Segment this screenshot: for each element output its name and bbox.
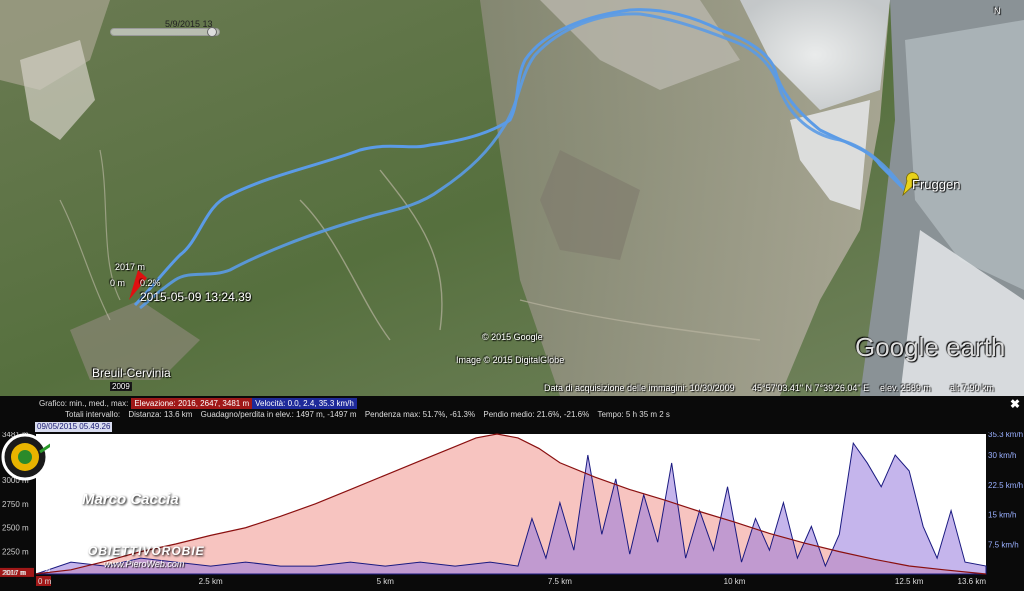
graph-label: Grafico: min., med., max: [39, 399, 129, 408]
slope-marker: 0 % [38, 567, 50, 574]
y-left-tick: 2500 m [2, 524, 29, 533]
x-tick: 5 km [377, 577, 395, 586]
speed-stat[interactable]: Velocità: 0.0, 2.4, 35.3 km/h [252, 398, 357, 409]
close-icon[interactable]: ✖ [1010, 397, 1020, 411]
totals-label: Totali intervallo: [65, 410, 121, 419]
cursor-elevation: elev. 2589 m [880, 383, 931, 393]
destination-label[interactable]: Fruggen [912, 177, 960, 192]
x-tick: 12.5 km [895, 577, 924, 586]
y-right-tick: 35.3 km/h [988, 432, 1023, 439]
time-slider[interactable] [110, 28, 220, 36]
elevation-profile-panel[interactable]: Grafico: min., med., max: Elevazione: 201… [0, 396, 1024, 591]
zero-marker: 0 m [110, 278, 126, 288]
y-left-tick: 2750 m [2, 500, 29, 509]
stats-row-graph: Grafico: min., med., max: Elevazione: 201… [36, 398, 357, 409]
elevation-stat[interactable]: Elevazione: 2016, 2647, 3481 m [131, 398, 253, 409]
elevation-marker: 2017 m [115, 262, 146, 272]
town-label[interactable]: Breuil-Cervinia [92, 366, 171, 380]
site-watermark: OBIETTIVOROBIE [88, 544, 205, 558]
y-left-tick: 2016 m [2, 570, 26, 577]
cursor-date: 09/05/2015 05.49.26 [35, 422, 113, 432]
acquisition-date: Data di acquisizione delle immagini: 10/… [544, 383, 735, 393]
track-timestamp: 2015-05-09 13:24.39 [140, 290, 252, 304]
google-earth-logo: Google earth [855, 332, 1006, 362]
eye-altitude: alt 7.90 km [950, 383, 995, 393]
x-tick: 10 km [724, 577, 746, 586]
y-right-tick: 30 km/h [988, 451, 1016, 460]
y-right-tick: 7.5 km/h [988, 540, 1019, 549]
slider-date: 5/9/2015 13 [165, 19, 213, 29]
max-slope-stat: Pendenza max: 51.7%, -61.3% [364, 410, 476, 419]
obiettivo-orobie-logo-icon [1, 433, 50, 481]
copyright-google: © 2015 Google [482, 332, 543, 342]
town-pin-label: 2009 [110, 382, 132, 391]
url-watermark: www.PieroWeb.com [104, 559, 185, 569]
gain-loss-stat: Guadagno/perdita in elev.: 1497 m, -1497… [200, 410, 357, 419]
cursor-coordinates: 45°57'03.41" N 7°39'26.04" E [752, 383, 870, 393]
x-tick: 7.5 km [548, 577, 572, 586]
y-left-tick: 2250 m [2, 548, 29, 557]
distance-stat: Distanza: 13.6 km [128, 410, 193, 419]
track-descent [139, 12, 907, 310]
copyright-imagery: Image © 2015 DigitalGlobe [456, 355, 565, 365]
avg-slope-stat: Pendio medio: 21.6%, -21.6% [483, 410, 590, 419]
author-watermark: Marco Caccia [82, 491, 179, 508]
y-right-tick: 15 km/h [988, 511, 1016, 520]
time-stat: Tempo: 5 h 35 m 2 s [597, 410, 670, 419]
stats-row-totals: Totali intervallo: Distanza: 13.6 km Gua… [62, 409, 673, 420]
satellite-map[interactable]: 5/9/2015 13 N 2017 m 0 m 0.2% 2015-05-09… [0, 0, 1024, 396]
x-tick: 0 m [38, 577, 52, 586]
x-tick: 2.5 km [199, 577, 223, 586]
x-tick: 13.6 km [958, 577, 987, 586]
grade-marker: 0.2% [140, 278, 161, 288]
compass-icon[interactable]: N [994, 6, 1001, 16]
y-right-tick: 22.5 km/h [988, 481, 1023, 490]
